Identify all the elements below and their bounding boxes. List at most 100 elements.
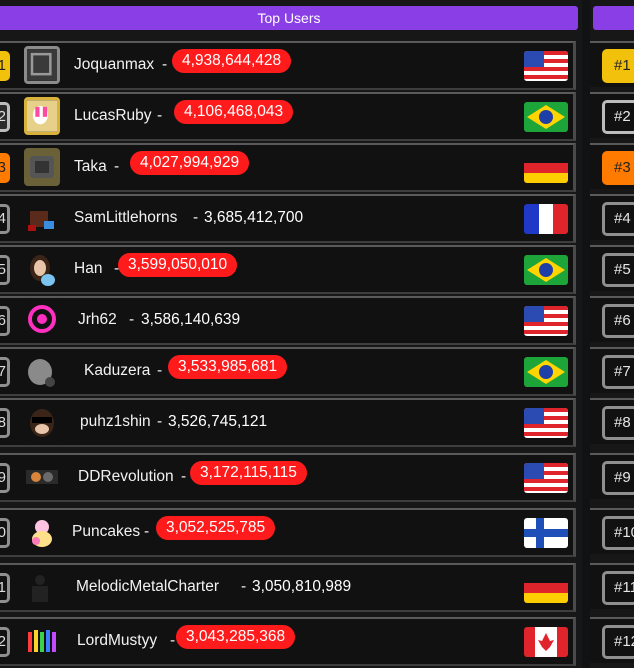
score-separator: - (129, 311, 135, 328)
germany-flag-icon (524, 573, 568, 603)
avatar (24, 568, 60, 606)
us-flag-icon (524, 463, 568, 493)
username[interactable]: Joquanmax (74, 56, 154, 74)
score-separator: - (162, 56, 168, 73)
side-panel-header (593, 6, 634, 30)
avatar (24, 513, 60, 551)
side-row[interactable]: #1 (590, 41, 634, 87)
rank-badge: #3 (602, 151, 634, 185)
user-score: 4,938,644,428 (172, 49, 292, 73)
user-score: 3,685,412,700 (204, 209, 304, 226)
username[interactable]: Kaduzera (84, 362, 150, 380)
leaderboard-row[interactable]: 4 SamLittlehorns - 3,685,412,700 (0, 194, 576, 243)
us-flag-icon (524, 306, 568, 336)
avatar (24, 199, 60, 237)
username[interactable]: MelodicMetalCharter (76, 578, 219, 596)
us-flag-icon (524, 408, 568, 438)
side-row[interactable]: #4 (590, 194, 634, 240)
rank-badge: #9 (602, 461, 634, 495)
score-separator: - (241, 578, 247, 595)
leaderboard-row[interactable]: 12 LordMustyy - 3,043,285,368 (0, 617, 576, 666)
user-score: 3,533,985,681 (168, 355, 288, 379)
username[interactable]: Puncakes (72, 523, 140, 541)
leaderboard-row[interactable]: 7 Kaduzera - 3,533,985,681 (0, 347, 576, 396)
avatar (24, 46, 60, 84)
user-score: 3,599,050,010 (118, 253, 238, 277)
rank-badge: #6 (602, 304, 634, 338)
side-row[interactable]: #5 (590, 245, 634, 291)
brazil-flag-icon (524, 357, 568, 387)
rank-badge: 1 (0, 51, 10, 81)
avatar (24, 458, 60, 496)
rank-badge: 4 (0, 204, 10, 234)
brazil-flag-icon (524, 255, 568, 285)
side-row[interactable]: #11 (590, 563, 634, 609)
username[interactable]: DDRevolution (78, 468, 174, 486)
username[interactable]: Han (74, 260, 102, 278)
side-row[interactable]: #9 (590, 453, 634, 499)
rank-badge: 11 (0, 573, 10, 603)
rank-badge: 7 (0, 357, 10, 387)
rank-badge: #1 (602, 49, 634, 83)
rank-badge: 8 (0, 408, 10, 438)
rank-badge: #2 (602, 100, 634, 134)
side-row[interactable]: #6 (590, 296, 634, 342)
user-score: 3,043,285,368 (176, 625, 296, 649)
user-score: 3,526,745,121 (168, 413, 268, 430)
leaderboard-row[interactable]: 8 puhz1shin - 3,526,745,121 (0, 398, 576, 447)
leaderboard-row[interactable]: 6 Jrh62 - 3,586,140,639 (0, 296, 576, 345)
score-separator: - (157, 107, 163, 124)
score-separator: - (114, 158, 120, 175)
canada-flag-icon (524, 627, 568, 657)
avatar (24, 403, 60, 441)
username[interactable]: LucasRuby (74, 107, 152, 125)
user-score: 3,050,810,989 (252, 578, 352, 595)
avatar (24, 622, 60, 660)
side-row[interactable]: #7 (590, 347, 634, 393)
rank-badge: 10 (0, 518, 10, 548)
username[interactable]: LordMustyy (77, 632, 157, 650)
side-row[interactable]: #3 (590, 143, 634, 189)
leaderboard-row[interactable]: 1 Joquanmax - 4,938,644,428 (0, 41, 576, 90)
username[interactable]: SamLittlehorns (74, 209, 177, 227)
panel-title: Top Users (0, 6, 578, 30)
rank-badge: 9 (0, 463, 10, 493)
rank-badge: #7 (602, 355, 634, 389)
leaderboard-row[interactable]: 3 Taka - 4,027,994,929 (0, 143, 576, 192)
side-panel: #1 #2 #3 #4 #5 #6 #7 #8 #9 #10 #11 #12 (590, 0, 634, 668)
avatar (24, 301, 60, 339)
rank-badge: #5 (602, 253, 634, 287)
username[interactable]: puhz1shin (80, 413, 151, 431)
brazil-flag-icon (524, 102, 568, 132)
france-flag-icon (524, 204, 568, 234)
germany-flag-icon (524, 153, 568, 183)
leaderboard-row[interactable]: 5 Han - 3,599,050,010 (0, 245, 576, 294)
rank-badge: #11 (602, 571, 634, 605)
leaderboard-row[interactable]: 10 Puncakes - 3,052,525,785 (0, 508, 576, 557)
rank-badge: 5 (0, 255, 10, 285)
top-users-panel: Top Users 1 Joquanmax - 4,938,644,428 2 … (0, 0, 582, 668)
rank-badge: #10 (602, 516, 634, 550)
user-score: 4,027,994,929 (130, 151, 250, 175)
user-score: 3,172,115,115 (190, 461, 307, 485)
rank-badge: 6 (0, 306, 10, 336)
user-score: 3,586,140,639 (141, 311, 241, 328)
user-score: 4,106,468,043 (174, 100, 294, 124)
side-row[interactable]: #8 (590, 398, 634, 444)
score-separator: - (157, 413, 163, 430)
leaderboard-row[interactable]: 9 DDRevolution - 3,172,115,115 (0, 453, 576, 502)
avatar (24, 97, 60, 135)
score-separator: - (181, 468, 187, 485)
avatar (24, 352, 60, 390)
leaderboard-row[interactable]: 11 MelodicMetalCharter - 3,050,810,989 (0, 563, 576, 612)
side-row[interactable]: #10 (590, 508, 634, 554)
username[interactable]: Jrh62 (78, 311, 117, 329)
avatar (24, 148, 60, 186)
side-row[interactable]: #2 (590, 92, 634, 138)
rank-badge: #8 (602, 406, 634, 440)
leaderboard-row[interactable]: 2 LucasRuby - 4,106,468,043 (0, 92, 576, 141)
username[interactable]: Taka (74, 158, 107, 176)
rank-badge: 12 (0, 627, 10, 657)
score-separator: - (193, 209, 199, 226)
side-row[interactable]: #12 (590, 617, 634, 663)
